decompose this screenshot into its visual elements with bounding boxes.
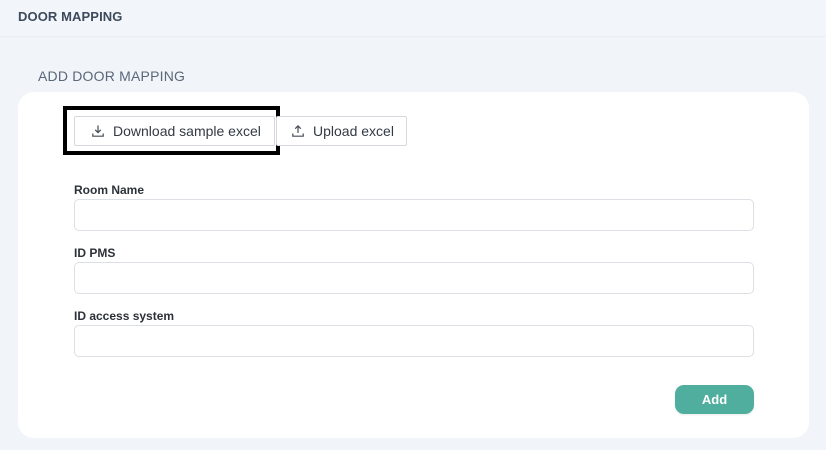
id-access-system-input[interactable] <box>74 325 754 357</box>
upload-icon <box>291 124 305 138</box>
room-name-input[interactable] <box>74 199 754 231</box>
download-icon <box>91 124 105 138</box>
top-bar: DOOR MAPPING <box>0 0 826 37</box>
upload-excel-label: Upload excel <box>313 123 394 139</box>
door-mapping-form-card: Download sample excel Upload excel Room … <box>18 92 809 438</box>
add-button[interactable]: Add <box>675 385 754 414</box>
download-sample-excel-button[interactable]: Download sample excel <box>74 116 275 146</box>
id-pms-input[interactable] <box>74 262 754 294</box>
section-title: ADD DOOR MAPPING <box>38 68 186 84</box>
page-title: DOOR MAPPING <box>18 9 123 24</box>
room-name-label: Room Name <box>74 183 145 197</box>
upload-excel-button[interactable]: Upload excel <box>276 116 407 146</box>
id-access-system-label: ID access system <box>74 309 175 323</box>
download-sample-excel-label: Download sample excel <box>113 123 261 139</box>
id-pms-label: ID PMS <box>74 246 116 260</box>
